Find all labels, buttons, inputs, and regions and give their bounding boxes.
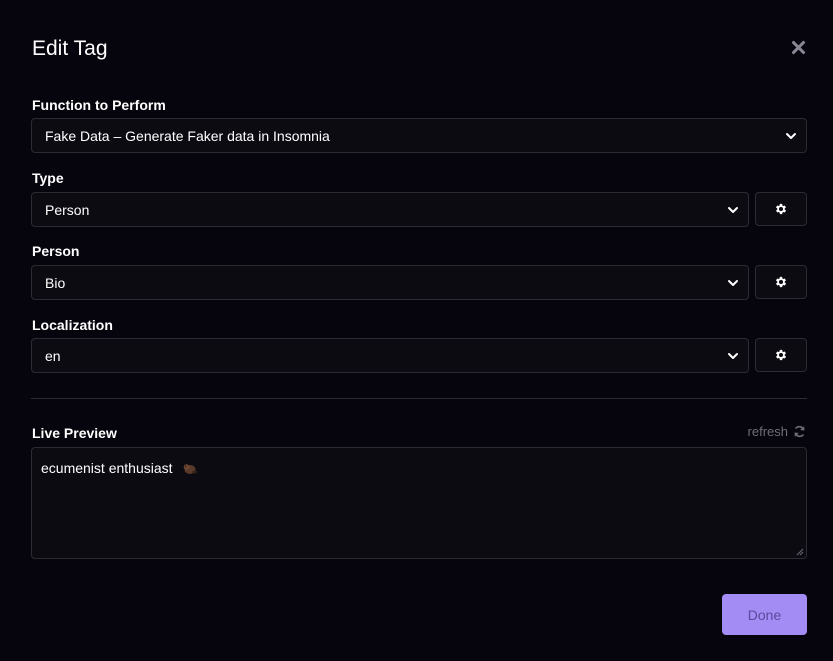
localization-label: Localization — [32, 317, 113, 333]
gear-icon — [775, 349, 787, 361]
chevron-down-icon — [728, 280, 738, 286]
chevron-down-icon — [786, 133, 796, 139]
person-label: Person — [32, 243, 80, 259]
person-select-value: Bio — [45, 274, 66, 291]
beaver-emoji-icon — [183, 464, 197, 474]
refresh-label: refresh — [747, 424, 788, 439]
localization-select[interactable]: en — [31, 338, 749, 373]
divider — [31, 398, 807, 399]
function-select-value: Fake Data – Generate Faker data in Insom… — [45, 127, 330, 144]
live-preview-textarea[interactable]: ecumenist enthusiast — [31, 447, 807, 559]
dialog-title: Edit Tag — [32, 37, 108, 60]
preview-text: ecumenist enthusiast — [41, 460, 173, 476]
type-settings-button[interactable] — [755, 192, 807, 226]
live-preview-label: Live Preview — [32, 425, 117, 441]
localization-select-value: en — [45, 347, 61, 364]
done-button[interactable]: Done — [722, 594, 807, 635]
type-select-value: Person — [45, 201, 90, 218]
person-select[interactable]: Bio — [31, 265, 749, 300]
refresh-link[interactable]: refresh — [748, 424, 806, 439]
gear-icon — [775, 276, 787, 288]
chevron-down-icon — [728, 353, 738, 359]
resize-handle-icon[interactable] — [796, 548, 804, 556]
refresh-icon — [794, 425, 805, 438]
person-settings-button[interactable] — [755, 265, 807, 299]
edit-tag-dialog: Edit Tag Function to Perform Fake Data –… — [0, 0, 833, 661]
gear-icon — [775, 203, 787, 215]
function-label: Function to Perform — [32, 97, 166, 113]
chevron-down-icon — [728, 207, 738, 213]
type-select[interactable]: Person — [31, 192, 749, 227]
localization-settings-button[interactable] — [755, 338, 807, 372]
type-label: Type — [32, 170, 64, 186]
function-select[interactable]: Fake Data – Generate Faker data in Insom… — [31, 118, 807, 153]
close-icon[interactable] — [787, 37, 809, 59]
